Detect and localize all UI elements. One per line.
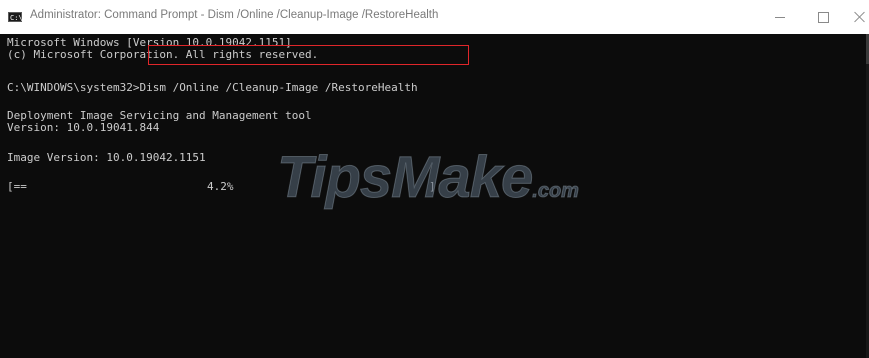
- maximize-button[interactable]: [803, 0, 843, 34]
- maximize-icon: [817, 11, 829, 23]
- command-prompt-window: C:\ Administrator: Command Prompt - Dism…: [0, 0, 869, 358]
- console-line-image-version: Image Version: 10.0.19042.1151: [7, 151, 206, 164]
- watermark-logo: TipsMake.com: [276, 145, 579, 210]
- command-highlight-box: [148, 45, 469, 65]
- console-line-tool-version: Version: 10.0.19041.844: [7, 121, 160, 134]
- progress-percent: 4.2%: [207, 180, 234, 193]
- minimize-icon: [775, 16, 785, 18]
- progress-bar: [==: [7, 181, 27, 193]
- minimize-button[interactable]: [760, 0, 800, 34]
- window-title: Administrator: Command Prompt - Dism /On…: [30, 9, 439, 21]
- close-icon: [854, 11, 866, 23]
- progress-fill: [==: [7, 180, 27, 193]
- cmd-app-icon: C:\: [8, 12, 23, 22]
- command-text: Dism /Online /Cleanup-Image /RestoreHeal…: [139, 81, 418, 94]
- close-button[interactable]: [840, 0, 869, 34]
- console-line-command: C:\WINDOWS\system32>Dism /Online /Cleanu…: [7, 82, 418, 94]
- command-prompt-path: C:\WINDOWS\system32>: [7, 81, 140, 94]
- title-bar[interactable]: C:\ Administrator: Command Prompt - Dism…: [0, 0, 869, 35]
